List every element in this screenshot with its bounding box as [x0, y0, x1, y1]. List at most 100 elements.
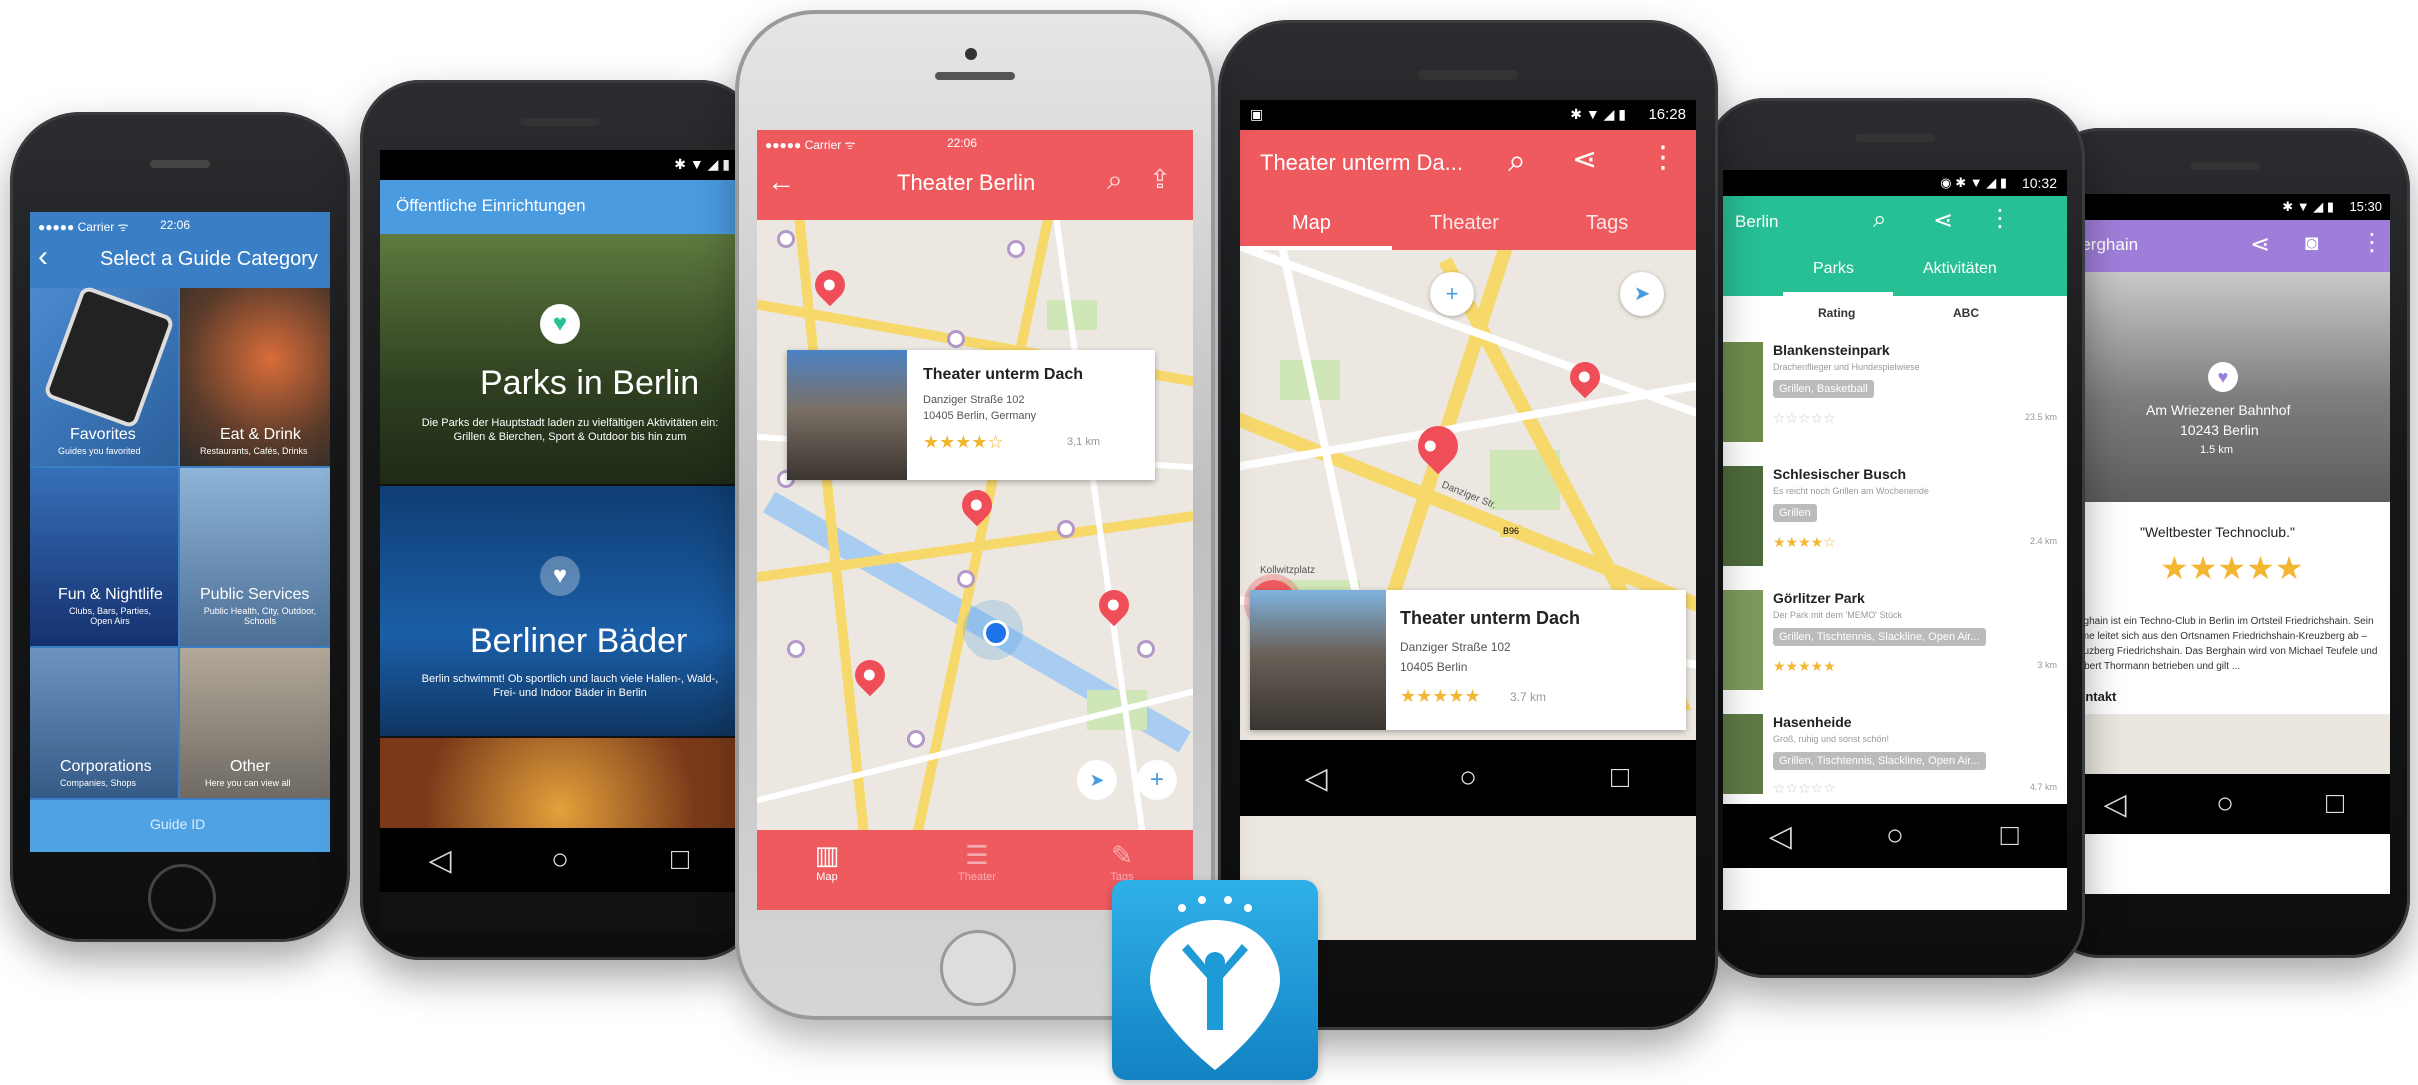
phone-2: ✱ ▼ ◢ ▮ Öffentliche Einrichtungen ♥ Park…	[360, 80, 760, 960]
back-nav-icon[interactable]: ◁	[1286, 761, 1346, 796]
recents-nav-icon[interactable]: □	[1980, 819, 2040, 853]
tab-map[interactable]: ▥ Map	[797, 840, 857, 900]
phone-5: 10:32 ◉ ✱ ▼ ◢ ▮ Berlin ⌕ ⋖ ⋮ Parks Aktiv…	[1705, 98, 2085, 978]
card-third[interactable]	[380, 738, 740, 828]
list-item[interactable]: Hasenheide Groß, ruhig und sonst schön! …	[1723, 704, 2067, 805]
tile-sub: Guides you favorited	[58, 446, 141, 456]
thumbnail	[1723, 342, 1763, 442]
tile-label: Fun & Nightlife	[58, 586, 163, 603]
back-nav-icon[interactable]: ◁	[410, 843, 470, 878]
recents-nav-icon[interactable]: □	[1590, 761, 1650, 795]
back-icon[interactable]: ‹	[38, 240, 48, 274]
map-pin[interactable]	[1092, 583, 1136, 627]
mini-map	[2060, 714, 2390, 774]
home-nav-icon[interactable]: ○	[1438, 761, 1498, 795]
tile-other[interactable]: Other Here you can view all	[180, 648, 330, 798]
location-button[interactable]: ➤	[1620, 272, 1664, 316]
item-name: Hasenheide	[1773, 714, 1852, 730]
tile-fun-nightlife[interactable]: Fun & Nightlife Clubs, Bars, Parties, Op…	[30, 468, 178, 646]
info-card[interactable]: Theater unterm Dach Danziger Straße 102 …	[787, 350, 1155, 480]
speaker	[520, 118, 600, 126]
sort-rating[interactable]: Rating	[1818, 306, 1855, 320]
camera-icon[interactable]: ◙	[2305, 230, 2318, 256]
share-icon[interactable]: ⋖	[1572, 142, 1597, 177]
home-button[interactable]	[148, 864, 216, 932]
zoom-button[interactable]: +	[1137, 760, 1177, 800]
tab-theater[interactable]: Theater	[1430, 212, 1499, 235]
list-item[interactable]: Blankensteinpark Drachenflieger und Hund…	[1723, 332, 2067, 457]
recents-nav-icon[interactable]: □	[2305, 787, 2365, 821]
more-icon[interactable]: ⋮	[1988, 204, 2012, 233]
tile-corporations[interactable]: Corporations Companies, Shops	[30, 648, 178, 798]
share-icon[interactable]: ⇪	[1149, 164, 1171, 195]
search-icon[interactable]: ⌕	[1873, 206, 1886, 234]
map-pin[interactable]	[848, 653, 892, 697]
footer-bar[interactable]: Guide ID	[30, 800, 330, 852]
tab-tags[interactable]: Tags	[1586, 212, 1628, 235]
tile-eat-drink[interactable]: Eat & Drink Restaurants, Cafés, Drinks	[180, 288, 330, 466]
list-item[interactable]: Görlitzer Park Der Park mit dem 'MEMO' S…	[1723, 580, 2067, 705]
poi-marker[interactable]	[947, 330, 965, 348]
recents-nav-icon[interactable]: □	[650, 843, 710, 877]
home-nav-icon[interactable]: ○	[530, 843, 590, 877]
item-dist: 4.7 km	[2029, 782, 2057, 792]
poi-marker[interactable]	[787, 640, 805, 658]
info-card[interactable]: Theater unterm Dach Danziger Straße 102 …	[1250, 590, 1686, 730]
poi-marker[interactable]	[1057, 520, 1075, 538]
item-stars: ☆☆☆☆☆	[1773, 780, 1836, 796]
poi-marker[interactable]	[1007, 240, 1025, 258]
more-icon[interactable]: ⋮	[1648, 140, 1678, 175]
list-item[interactable]: Schlesischer Busch Es reicht noch Grille…	[1723, 456, 2067, 581]
map-view[interactable]: ➤ +	[757, 220, 1193, 830]
tile-sub: Clubs, Bars, Parties, Open Airs	[68, 606, 152, 626]
heart-icon[interactable]: ♥	[540, 556, 580, 596]
card-title: Theater unterm Dach	[923, 366, 1084, 383]
map-pin[interactable]	[808, 263, 852, 307]
item-stars: ★★★★★	[1773, 658, 1836, 674]
status-bar: ▣ ✱ ▼ ◢ ▮ 16:28	[1240, 100, 1696, 130]
description: Berghain ist ein Techno-Club in Berlin i…	[2068, 616, 2378, 672]
tile-label: Corporations	[60, 758, 152, 775]
heart-icon[interactable]: ♥	[540, 304, 580, 344]
speaker	[1418, 70, 1518, 80]
poi-marker[interactable]	[957, 570, 975, 588]
map-label: Kollwitzplatz	[1260, 565, 1316, 576]
card-parks[interactable]: ♥ Parks in Berlin Die Parks der Hauptsta…	[380, 234, 740, 484]
heart-icon[interactable]: ♥	[2208, 362, 2238, 392]
share-icon[interactable]: ⋖	[1933, 206, 1953, 235]
tab-theater[interactable]: ☰ Theater	[947, 840, 1007, 900]
card-baeder[interactable]: ♥ Berliner Bäder Berlin schwimmt! Ob spo…	[380, 486, 740, 736]
home-nav-icon[interactable]: ○	[2195, 787, 2255, 821]
poi-marker[interactable]	[1137, 640, 1155, 658]
hero-image: ♥ Am Wriezener Bahnhof 10243 Berlin 1.5 …	[2060, 272, 2390, 502]
sort-abc[interactable]: ABC	[1953, 306, 1979, 320]
location-button[interactable]: ➤	[1077, 760, 1117, 800]
home-nav-icon[interactable]: ○	[1865, 819, 1925, 853]
more-icon[interactable]: ⋮	[2360, 228, 2384, 257]
search-icon[interactable]: ⌕	[1508, 142, 1526, 180]
tile-public-services[interactable]: Public Services Public Health, City, Out…	[180, 468, 330, 646]
status-time: 16:28	[1648, 106, 1686, 123]
tab-map[interactable]: Map	[1292, 212, 1331, 235]
card-title: Parks in Berlin	[480, 364, 700, 402]
phone-thumbnail	[42, 284, 176, 430]
status-time: 15:30	[2349, 199, 2382, 214]
compass-button[interactable]: +	[1430, 272, 1474, 316]
home-button[interactable]	[940, 930, 1016, 1006]
item-stars: ★★★★☆	[1773, 534, 1836, 550]
status-icons: ✱ ▼ ◢ ▮	[674, 156, 730, 172]
back-arrow-icon[interactable]: ←	[767, 166, 795, 198]
tab-parks[interactable]: Parks	[1813, 260, 1854, 278]
status-bar: ✱ ▼ ◢ ▮	[380, 150, 740, 180]
search-icon[interactable]: ⌕	[1107, 164, 1123, 197]
back-nav-icon[interactable]: ◁	[2085, 787, 2145, 822]
poi-marker[interactable]	[777, 230, 795, 248]
tile-favorites[interactable]: Favorites Guides you favorited	[30, 284, 178, 466]
back-nav-icon[interactable]: ◁	[1750, 819, 1810, 854]
tile-sub: Public Health, City, Outdoor, Schools	[203, 606, 317, 626]
tab-aktivitaeten[interactable]: Aktivitäten	[1923, 260, 1997, 278]
share-icon[interactable]: ⋖	[2250, 230, 2270, 259]
tile-sub: Companies, Shops	[60, 778, 137, 788]
poi-marker[interactable]	[907, 730, 925, 748]
card-image	[1250, 590, 1386, 730]
